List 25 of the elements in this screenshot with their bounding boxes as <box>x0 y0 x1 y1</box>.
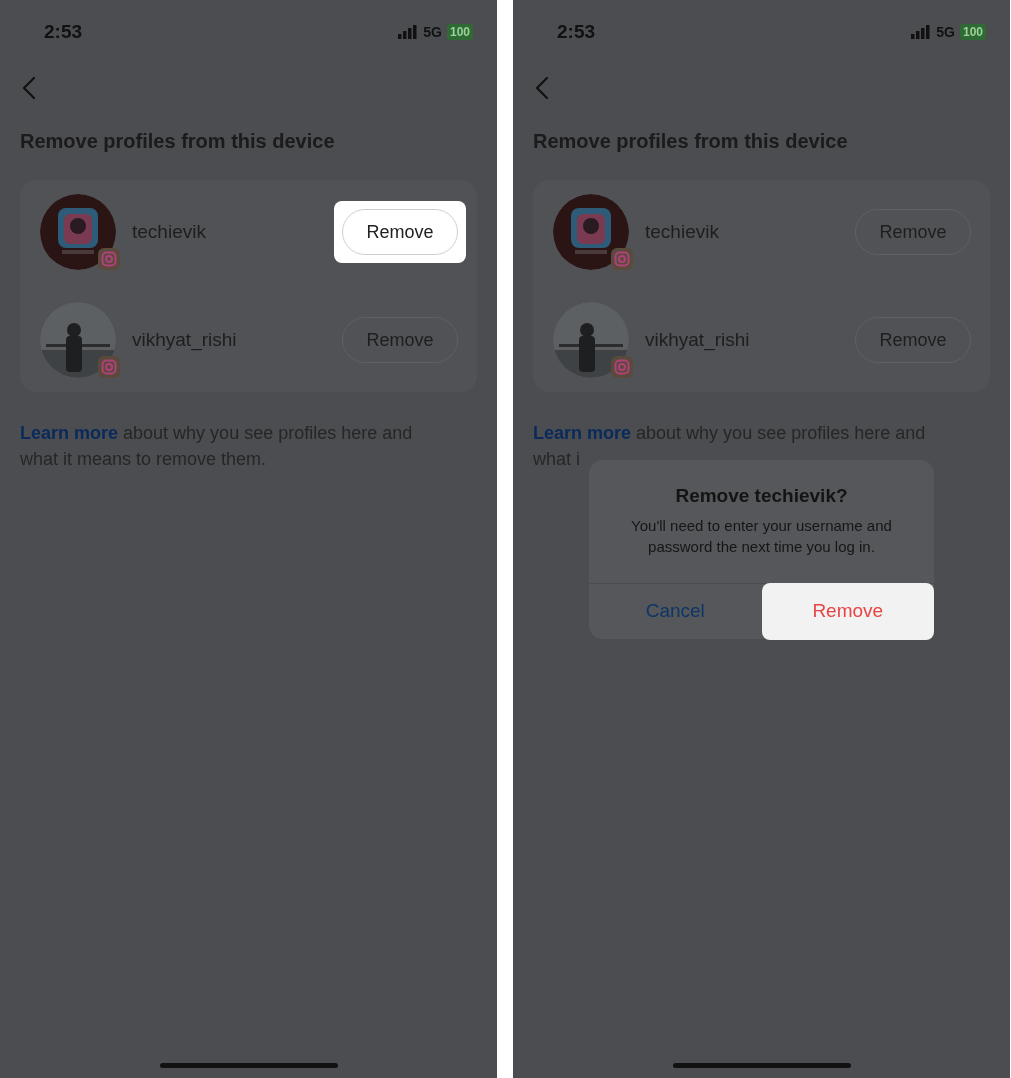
app-badge-icon <box>611 356 633 378</box>
status-time: 2:53 <box>44 19 83 44</box>
dialog-message: You'll need to enter your username and password the next time you log in. <box>630 515 893 557</box>
profile-username: vikhyat_rishi <box>645 327 751 353</box>
profile-username: techievik <box>645 219 720 244</box>
back-icon[interactable] <box>535 76 549 100</box>
battery-level: 100 <box>959 24 986 40</box>
battery-level: 100 <box>446 24 473 40</box>
dialog-button[interactable]: Cancel <box>589 583 762 639</box>
remove-button[interactable]: Remove <box>342 209 458 255</box>
profile-username: techievik <box>132 219 207 244</box>
back-icon[interactable] <box>22 76 36 100</box>
profile-username: vikhyat_rishi <box>132 327 238 353</box>
learn-more-link[interactable]: Learn more <box>533 423 632 443</box>
learn-more-link[interactable]: Learn more <box>20 423 119 443</box>
app-badge-icon <box>98 356 120 378</box>
network-label: 5G <box>936 22 955 42</box>
app-badge-icon <box>98 248 120 270</box>
signal-icon <box>911 25 932 39</box>
signal-icon <box>398 25 419 39</box>
network-label: 5G <box>423 22 442 42</box>
status-time: 2:53 <box>557 19 596 44</box>
dialog-button[interactable]: Remove <box>761 582 934 640</box>
app-badge-icon <box>611 248 633 270</box>
dialog-title: Remove techievik? <box>675 484 848 508</box>
